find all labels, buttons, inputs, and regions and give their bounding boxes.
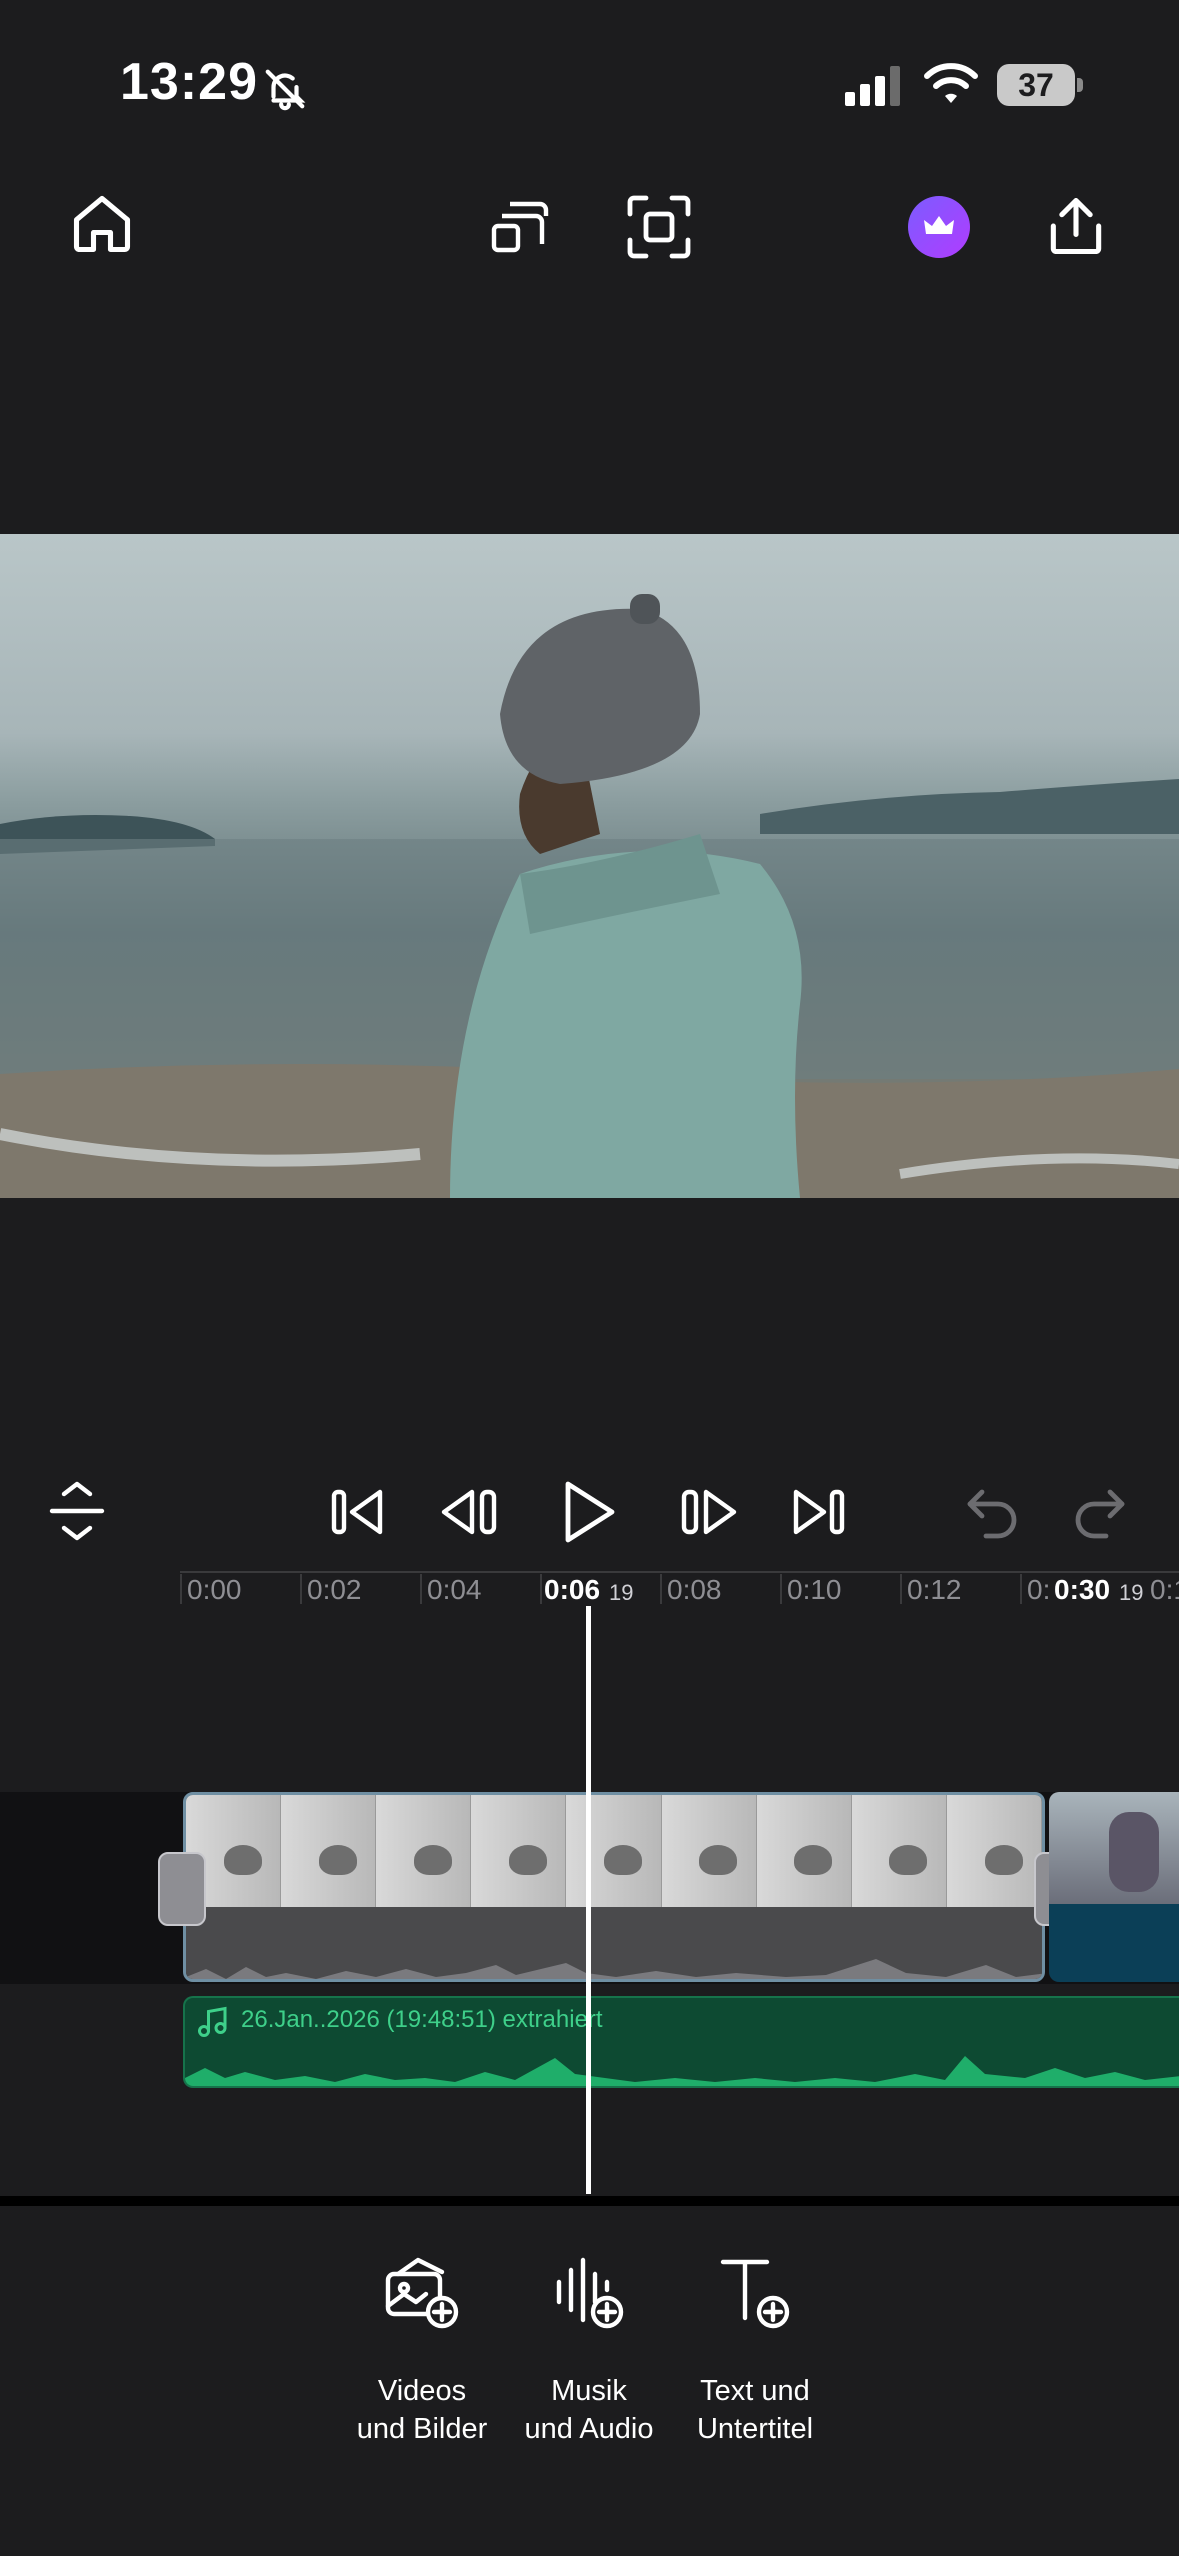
share-icon[interactable] — [1042, 192, 1110, 260]
skip-to-end-icon[interactable] — [790, 1484, 846, 1540]
add-text-label: Text und Untertitel — [696, 2375, 814, 2445]
battery-icon: 37 — [997, 64, 1075, 106]
cast-icon[interactable] — [490, 198, 550, 256]
battery-tip — [1077, 78, 1083, 92]
play-icon[interactable] — [556, 1478, 620, 1546]
video-clip[interactable] — [183, 1792, 1045, 1982]
add-audio-icon — [549, 2254, 629, 2330]
ruler-tick: 0: — [1027, 1574, 1051, 1605]
video-preview[interactable] — [0, 534, 1179, 1198]
ruler-tick: 0:1 — [1150, 1574, 1179, 1605]
ruler-tick-mark — [180, 1574, 182, 1604]
ruler-tick-mark — [540, 1574, 542, 1604]
music-track[interactable]: 26.Jan..2026 (19:48:51) extrahiert — [183, 1996, 1179, 2088]
clip-trim-handle-left[interactable] — [158, 1852, 206, 1926]
ruler-tick: 0:02 — [307, 1574, 362, 1605]
ruler-baseline — [180, 1571, 1179, 1573]
total-time: 0:30 — [1054, 1574, 1111, 1605]
clip-audio-waveform — [186, 1907, 1042, 1979]
previous-frame-icon[interactable] — [440, 1484, 500, 1540]
ruler-tick-mark — [660, 1574, 662, 1604]
ruler-tick: 0:08 — [667, 1574, 722, 1605]
music-track-label: 26.Jan..2026 (19:48:51) extrahiert — [241, 2006, 603, 2033]
home-icon[interactable] — [68, 190, 136, 258]
next-frame-icon[interactable] — [678, 1484, 738, 1540]
add-text-button[interactable]: Text und Untertitel — [655, 2254, 855, 2454]
undo-icon[interactable] — [964, 1484, 1020, 1540]
clip-thumbnails — [186, 1795, 1042, 1907]
cellular-signal-icon — [845, 66, 903, 106]
ruler-tick: 0:00 — [187, 1574, 242, 1605]
status-time: 13:29 — [120, 53, 258, 111]
ruler-tick-mark — [780, 1574, 782, 1604]
collapse-icon[interactable] — [48, 1480, 106, 1542]
playhead[interactable] — [586, 1606, 591, 2194]
ruler-tick: 0:10 — [787, 1574, 842, 1605]
total-frame: 19 — [1119, 1580, 1144, 1605]
toolbar-divider — [0, 2196, 1179, 2206]
ruler-tick-mark — [1020, 1574, 1022, 1604]
wifi-icon — [924, 62, 978, 106]
premium-crown-icon[interactable] — [908, 196, 970, 258]
ruler-tick-mark — [420, 1574, 422, 1604]
current-time: 0:06 — [544, 1574, 601, 1605]
current-frame: 19 — [609, 1580, 634, 1605]
ruler-tick: 0:12 — [907, 1574, 962, 1605]
skip-to-start-icon[interactable] — [330, 1484, 386, 1540]
add-text-icon — [715, 2254, 795, 2330]
redo-icon[interactable] — [1072, 1484, 1128, 1540]
ruler-tick-mark — [300, 1574, 302, 1604]
music-note-icon — [195, 2004, 231, 2040]
fullscreen-icon[interactable] — [624, 192, 694, 262]
bell-slash-icon — [262, 66, 308, 112]
add-media-icon — [382, 2254, 462, 2330]
ruler-tick: 0:04 — [427, 1574, 482, 1605]
next-video-clip[interactable] — [1049, 1792, 1179, 1982]
ruler-tick-mark — [900, 1574, 902, 1604]
